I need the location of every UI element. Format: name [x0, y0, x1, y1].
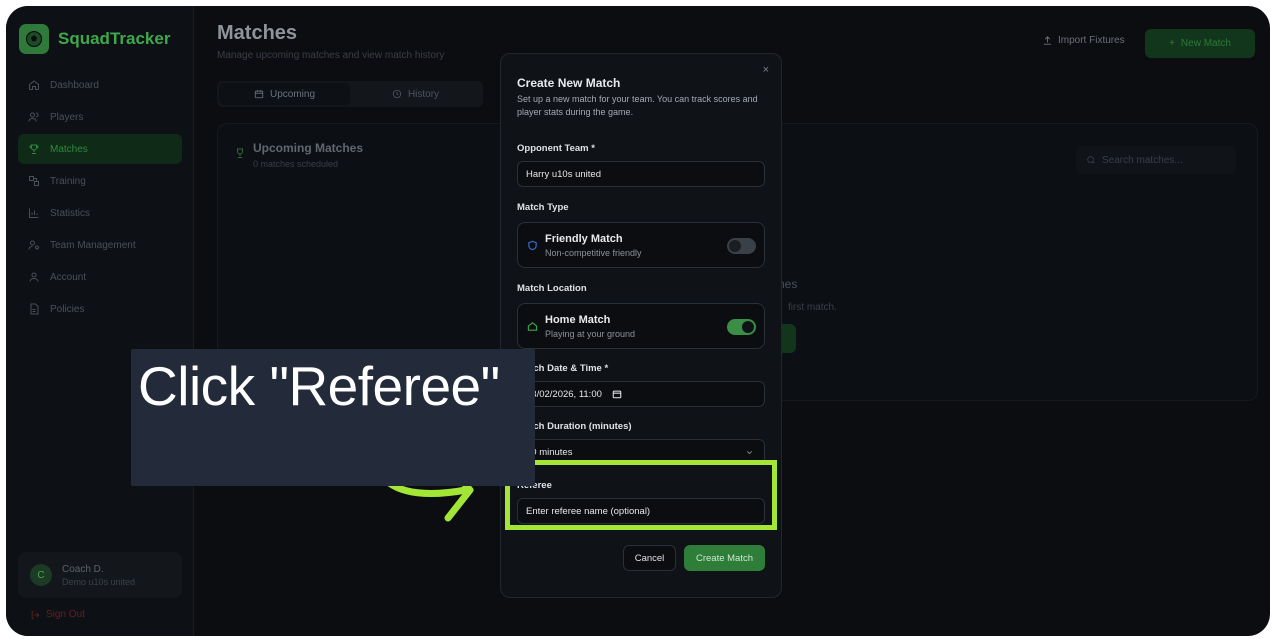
home-icon — [527, 322, 538, 331]
sidebar: SquadTracker Dashboard Players Matches T… — [6, 6, 194, 636]
callout-text: Click "Referee" — [138, 355, 500, 417]
home-match-subtitle: Playing at your ground — [545, 329, 636, 339]
sidebar-item-account[interactable]: Account — [18, 262, 182, 292]
tab-label: History — [407, 88, 440, 100]
opponent-label: Opponent Team * — [517, 143, 595, 154]
calendar-icon[interactable] — [612, 389, 622, 399]
tab-history[interactable]: History — [350, 83, 481, 105]
sign-out-button[interactable]: Sign Out — [30, 609, 85, 620]
datetime-value: 13/02/2026, 11:00 — [526, 388, 602, 400]
upload-icon — [1043, 36, 1052, 45]
user-icon — [29, 272, 39, 282]
user-name: Coach D. — [62, 563, 104, 575]
close-icon[interactable]: × — [763, 64, 769, 76]
new-match-button[interactable]: + New Match — [1145, 29, 1255, 58]
sidebar-item-matches[interactable]: Matches — [18, 134, 182, 164]
import-fixtures-button[interactable]: Import Fixtures — [1042, 35, 1125, 46]
search-icon — [1087, 156, 1095, 164]
sidebar-item-label: Matches — [50, 143, 88, 155]
brand[interactable]: SquadTracker — [19, 24, 170, 54]
datetime-field[interactable]: 13/02/2026, 11:00 — [517, 381, 765, 407]
shield-icon — [528, 240, 537, 251]
sidebar-item-policies[interactable]: Policies — [18, 294, 182, 324]
trophy-icon — [237, 148, 243, 158]
page-subtitle: Manage upcoming matches and view match h… — [217, 50, 445, 61]
home-match-toggle[interactable] — [727, 319, 756, 335]
panel-subtitle: 0 matches scheduled — [253, 159, 339, 169]
match-type-label: Match Type — [517, 202, 569, 213]
chevron-down-icon — [746, 450, 753, 454]
sidebar-item-label: Account — [50, 271, 87, 283]
sidebar-item-team-management[interactable]: Team Management — [18, 230, 182, 260]
panel-title: Upcoming Matches — [253, 141, 364, 155]
cancel-button[interactable]: Cancel — [623, 545, 676, 571]
sidebar-item-label: Policies — [50, 303, 85, 315]
tab-upcoming[interactable]: Upcoming — [219, 83, 350, 105]
dialog-description: Set up a new match for your team. You ca… — [517, 94, 758, 117]
home-match-option: Home Match Playing at your ground — [517, 303, 765, 349]
dialog-title: Create New Match — [517, 76, 621, 90]
match-location-label: Match Location — [517, 283, 587, 294]
brand-name: SquadTracker — [58, 29, 171, 48]
home-match-title: Home Match — [545, 314, 611, 326]
sidebar-item-label: Players — [50, 111, 84, 123]
history-icon — [392, 89, 402, 99]
friendly-match-subtitle: Non-competitive friendly — [545, 248, 642, 258]
match-tabs: Upcoming History — [217, 81, 483, 107]
bar-chart-icon — [29, 208, 39, 218]
logout-icon — [31, 610, 40, 619]
plus-icon: + — [1169, 38, 1175, 49]
referee-highlight-box — [505, 460, 777, 530]
tutorial-callout: Click "Referee" — [131, 349, 535, 486]
sidebar-item-label: Statistics — [50, 207, 91, 219]
new-match-label: New Match — [1180, 38, 1231, 49]
document-icon — [30, 303, 39, 315]
opponent-field[interactable]: Harry u10s united — [517, 161, 765, 187]
friendly-match-title: Friendly Match — [545, 233, 623, 245]
sidebar-item-players[interactable]: Players — [18, 102, 182, 132]
sidebar-item-label: Dashboard — [50, 79, 99, 91]
sidebar-item-label: Team Management — [50, 239, 136, 251]
sidebar-item-dashboard[interactable]: Dashboard — [18, 70, 182, 100]
sign-out-label: Sign Out — [46, 609, 85, 620]
import-fixtures-label: Import Fixtures — [1058, 35, 1125, 46]
toggle-knob — [742, 321, 754, 333]
calendar-icon — [254, 90, 264, 99]
training-icon — [29, 176, 39, 186]
users-icon — [28, 112, 39, 122]
friendly-match-toggle[interactable] — [727, 238, 756, 254]
search-input[interactable]: Search matches... — [1076, 146, 1236, 174]
sidebar-nav: Dashboard Players Matches Training Stati… — [18, 70, 182, 326]
sidebar-item-statistics[interactable]: Statistics — [18, 198, 182, 228]
home-icon — [29, 80, 39, 90]
page-title: Matches — [217, 22, 298, 44]
team-settings-icon — [28, 240, 39, 250]
app-window: SquadTracker Dashboard Players Matches T… — [6, 6, 1270, 636]
empty-state-subtitle: first match. — [788, 302, 837, 313]
create-match-button[interactable]: Create Match — [684, 545, 765, 571]
soccer-ball-icon — [19, 24, 49, 54]
sidebar-item-training[interactable]: Training — [18, 166, 182, 196]
toggle-knob — [729, 240, 741, 252]
sidebar-item-label: Training — [50, 175, 86, 187]
search-placeholder: Search matches... — [1102, 154, 1183, 166]
friendly-match-option: Friendly Match Non-competitive friendly — [517, 222, 765, 268]
user-card[interactable]: C Coach D. Demo u10s united — [18, 552, 182, 598]
avatar: C — [30, 564, 52, 586]
trophy-icon — [29, 144, 39, 154]
tab-label: Upcoming — [269, 88, 316, 100]
user-team: Demo u10s united — [62, 576, 136, 587]
